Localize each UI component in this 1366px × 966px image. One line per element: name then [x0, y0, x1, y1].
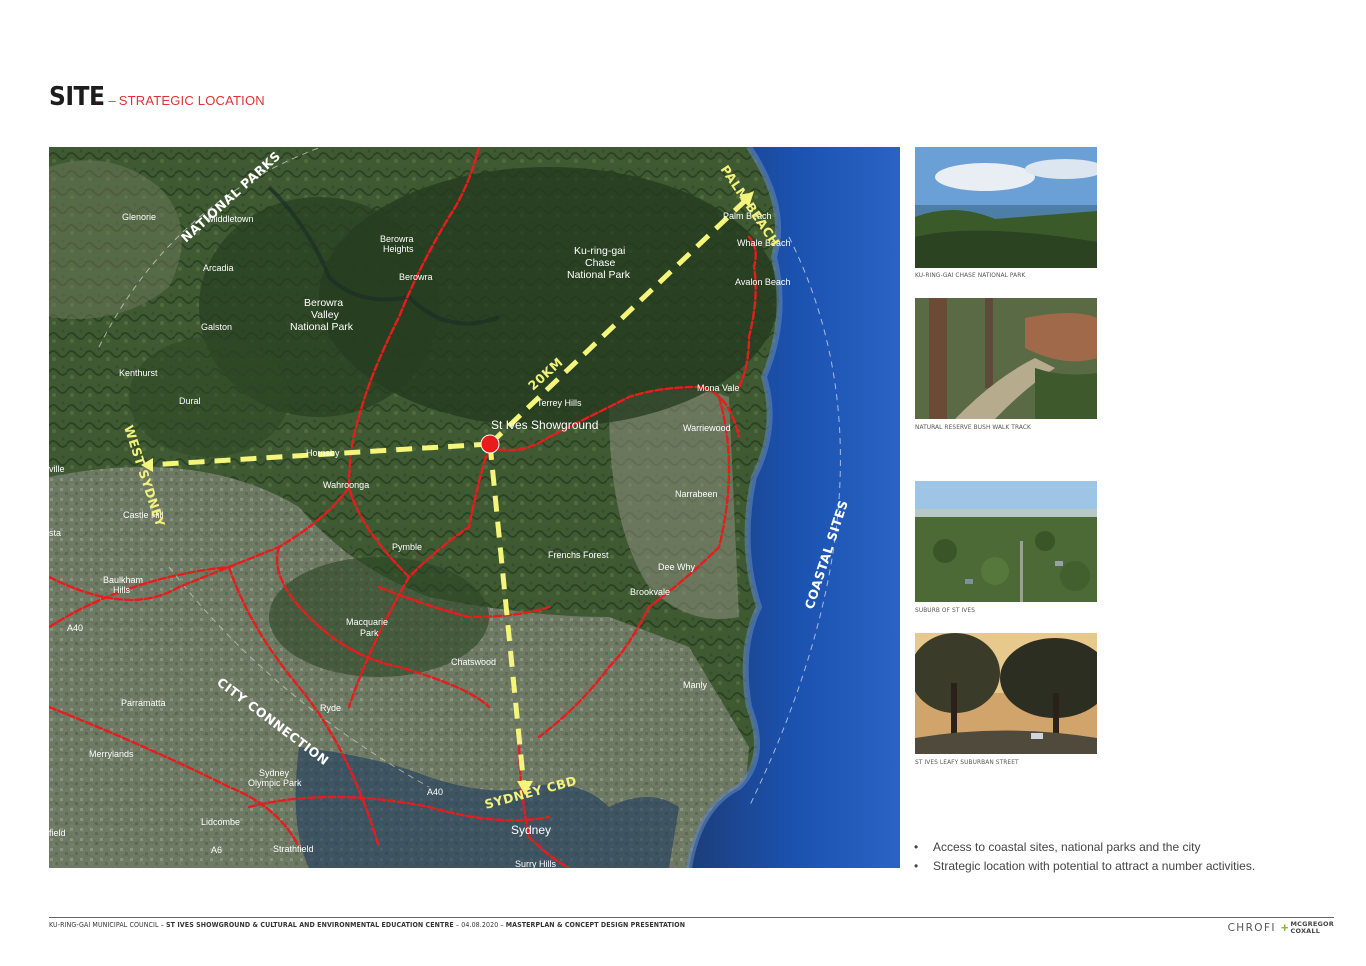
- bullet-marker: •: [914, 840, 919, 854]
- list-item-text: Strategic location with potential to att…: [933, 859, 1256, 873]
- map-label: Ryde: [320, 703, 341, 713]
- key-points-list: • Access to coastal sites, national park…: [914, 838, 1354, 876]
- page-title: SITE – STRATEGIC LOCATION: [49, 82, 265, 112]
- photo-caption: KU-RING-GAI CHASE NATIONAL PARK: [915, 271, 1026, 279]
- footer-sep: –: [498, 921, 506, 929]
- map-label: Surry Hills: [515, 859, 557, 868]
- footer-presentation: MASTERPLAN & CONCEPT DESIGN PRESENTATION: [505, 921, 686, 929]
- map-label: Terrey Hills: [537, 398, 582, 408]
- map-label: Merrylands: [89, 749, 134, 759]
- site-marker[interactable]: [480, 434, 500, 454]
- map-label: Manly: [683, 680, 708, 690]
- map-label: Parramatta: [121, 698, 166, 708]
- footer-project: ST IVES SHOWGROUND & CULTURAL AND ENVIRO…: [166, 921, 454, 929]
- photo-aerial-suburb: [915, 481, 1097, 602]
- title-dash: –: [108, 93, 116, 108]
- map-label: Avalon Beach: [735, 277, 790, 287]
- forest-patch: [129, 337, 289, 457]
- map-label: Arcadia: [203, 263, 234, 273]
- footer-logos: CHROFI + MCGREGOR COXALL: [1228, 921, 1334, 934]
- map-label: Galston: [201, 322, 232, 332]
- map-label: field: [49, 828, 66, 838]
- map-label: Park: [360, 628, 379, 638]
- map-label: Berowra: [304, 297, 343, 309]
- map-label: Olympic Park: [248, 778, 302, 788]
- footer-date: 04.08.2020: [461, 921, 499, 929]
- mcgregor-coxall-text: MCGREGOR COXALL: [1291, 921, 1335, 934]
- map-label: Warriewood: [683, 423, 731, 433]
- mcgregor-coxall-logo: + MCGREGOR COXALL: [1281, 921, 1334, 934]
- map-label: Mona Vale: [697, 383, 739, 393]
- map-label: Heights: [383, 244, 414, 254]
- site-label: St Ives Showground: [491, 418, 598, 432]
- map-label: Chatswood: [451, 657, 496, 667]
- map-label: Strathfield: [273, 844, 314, 854]
- photo-bush-walk: [915, 298, 1097, 419]
- footer-council: KU-RING-GAI MUNICIPAL COUNCIL: [49, 921, 159, 929]
- list-item: • Access to coastal sites, national park…: [914, 838, 1354, 857]
- strategic-location-map[interactable]: Glenorie Middletown Arcadia Galston Kent…: [49, 147, 900, 868]
- map-label: Frenchs Forest: [548, 550, 609, 560]
- map-label: Macquarie: [346, 617, 388, 627]
- photo-caption: SUBURB OF ST IVES: [915, 606, 976, 614]
- map-label: Ku-ring-gai: [574, 245, 625, 257]
- map-label: Glenorie: [122, 212, 156, 222]
- chrofi-logo: CHROFI: [1227, 921, 1276, 934]
- road-shield: A40: [67, 623, 83, 633]
- footer-divider: [49, 917, 1334, 918]
- title-subtitle: STRATEGIC LOCATION: [118, 93, 265, 108]
- bullet-marker: •: [914, 859, 919, 873]
- map-label: Valley: [311, 309, 340, 321]
- map-label: Sydney: [259, 768, 290, 778]
- list-item: • Strategic location with potential to a…: [914, 857, 1354, 876]
- map-label: sta: [49, 528, 61, 538]
- map-label: Chase: [585, 257, 616, 269]
- footer-text: KU-RING-GAI MUNICIPAL COUNCIL – ST IVES …: [49, 921, 685, 929]
- map-label: Dee Why: [658, 562, 696, 572]
- map-label: Hornsby: [306, 448, 340, 458]
- road-shield: A6: [211, 845, 222, 855]
- map-label: Narrabeen: [675, 489, 718, 499]
- map-label: Pymble: [392, 542, 422, 552]
- logo-line-coxall: COXALL: [1290, 926, 1321, 935]
- map-label: Sydney: [511, 823, 551, 837]
- map-label: National Park: [567, 269, 631, 281]
- map-label: Kenthurst: [119, 368, 158, 378]
- map-label: Brookvale: [630, 587, 670, 597]
- photo-caption: NATURAL RESERVE BUSH WALK TRACK: [915, 423, 1031, 431]
- map-label: Berowra: [380, 234, 414, 244]
- map-label: National Park: [290, 321, 354, 333]
- list-item-text: Access to coastal sites, national parks …: [933, 840, 1201, 854]
- photo-national-park: [915, 147, 1097, 268]
- plus-icon: +: [1280, 919, 1289, 935]
- map-label: ville: [49, 464, 65, 474]
- title-main: SITE: [49, 82, 105, 112]
- map-label: Baulkham: [103, 575, 143, 585]
- footer-sep: –: [158, 921, 167, 929]
- map-label: Dural: [179, 396, 201, 406]
- photo-caption: ST IVES LEAFY SUBURBAN STREET: [915, 758, 1019, 766]
- map-label: Berowra: [399, 272, 433, 282]
- map-label: Lidcombe: [201, 817, 240, 827]
- road-shield: A40: [427, 787, 443, 797]
- photo-leafy-street: [915, 633, 1097, 754]
- map-label: Wahroonga: [323, 480, 369, 490]
- map-label: Hills: [113, 585, 130, 595]
